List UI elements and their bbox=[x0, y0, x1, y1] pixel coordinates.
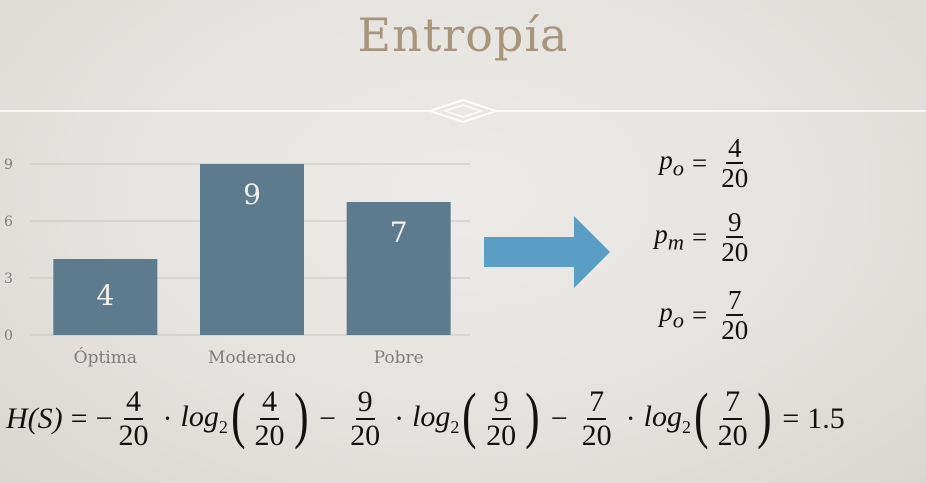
y-tick-label: 6 bbox=[4, 214, 13, 230]
probability-pobre: po = 7 20 bbox=[659, 285, 749, 346]
y-tick-label: 3 bbox=[4, 271, 13, 287]
y-tick-label: 0 bbox=[4, 328, 13, 344]
ornamental-divider bbox=[0, 98, 926, 124]
y-tick-label: 9 bbox=[4, 157, 13, 173]
right-arrow-icon bbox=[484, 216, 610, 288]
category-label: Óptima bbox=[74, 347, 137, 368]
data-label: 4 bbox=[96, 279, 114, 312]
x-axis-labels: Óptima Moderado Pobre bbox=[74, 347, 424, 368]
bar-chart: 0 3 6 9 4 9 7 Óptima Moderado Pobre bbox=[4, 157, 470, 368]
probability-optima: po = 4 20 bbox=[659, 133, 749, 194]
y-axis-ticks: 0 3 6 9 bbox=[4, 157, 13, 344]
data-label: 7 bbox=[390, 216, 408, 249]
category-label: Pobre bbox=[374, 348, 424, 368]
probability-moderado: pm = 9 20 bbox=[654, 207, 749, 268]
data-label: 9 bbox=[243, 178, 261, 211]
chart-bars: 4 9 7 bbox=[53, 164, 451, 335]
page-title: Entropía bbox=[357, 8, 569, 62]
category-label: Moderado bbox=[208, 348, 296, 368]
entropy-formula: H(S) = − 4 20 · log2 (4 20) − 9 20 · log2 (… bbox=[6, 381, 845, 452]
